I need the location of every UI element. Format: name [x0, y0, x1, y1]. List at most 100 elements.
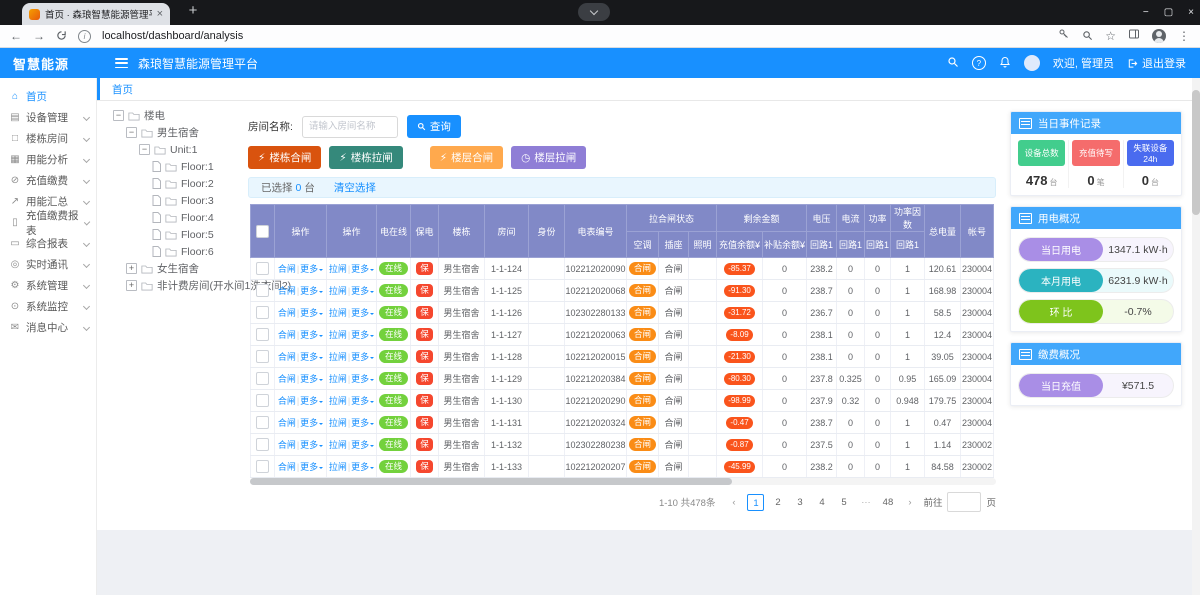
open-switch-link[interactable]: 拉闸 [329, 374, 347, 384]
row-checkbox[interactable] [256, 350, 269, 363]
open-switch-link[interactable]: 拉闸 [329, 264, 347, 274]
goto-page-input[interactable] [947, 492, 981, 512]
row-checkbox[interactable] [256, 306, 269, 319]
help-icon[interactable]: ? [972, 56, 986, 70]
close-switch-link[interactable]: 合闸 [278, 286, 296, 296]
more-link[interactable]: 更多 [300, 352, 323, 362]
row-checkbox[interactable] [256, 416, 269, 429]
sidebar-item-home[interactable]: ⌂首页 [0, 86, 96, 107]
page-scrollbar[interactable] [1192, 78, 1200, 595]
more-link[interactable]: 更多 [300, 462, 323, 472]
sidebar-item-building[interactable]: □楼栋房间 [0, 128, 96, 149]
page-number-48[interactable]: 48 [879, 494, 896, 511]
more-link[interactable]: 更多 [351, 352, 374, 362]
browser-profile-avatar[interactable] [1152, 29, 1166, 43]
bookmark-star-icon[interactable]: ☆ [1105, 30, 1116, 42]
more-link[interactable]: 更多 [300, 418, 323, 428]
close-switch-link[interactable]: 合闸 [278, 308, 296, 318]
sidebar-item-analysis[interactable]: ▦用能分析 [0, 149, 96, 170]
more-link[interactable]: 更多 [351, 308, 374, 318]
page-number-2[interactable]: 2 [769, 494, 786, 511]
window-restore-button[interactable]: ▢ [1164, 7, 1173, 18]
sidebar-item-device[interactable]: ▤设备管理 [0, 107, 96, 128]
more-link[interactable]: 更多 [300, 286, 323, 296]
sidebar-item-recharge-report[interactable]: ▯充值缴费报表 [0, 212, 96, 233]
close-switch-link[interactable]: 合闸 [278, 374, 296, 384]
open-switch-link[interactable]: 拉闸 [329, 286, 347, 296]
action-button-3[interactable]: ⚡楼层合闸 [430, 146, 503, 169]
row-checkbox[interactable] [256, 262, 269, 275]
side-panel-icon[interactable] [1128, 27, 1140, 45]
more-link[interactable]: 更多 [300, 440, 323, 450]
action-button-2[interactable]: ⚡楼栋拉闸 [329, 146, 402, 169]
sidebar-item-report[interactable]: ▭综合报表 [0, 233, 96, 254]
row-checkbox[interactable] [256, 328, 269, 341]
row-checkbox[interactable] [256, 372, 269, 385]
url-bar[interactable]: localhost/dashboard/analysis [102, 30, 243, 42]
more-link[interactable]: 更多 [351, 374, 374, 384]
collapse-node-icon[interactable]: − [113, 110, 124, 121]
tab-close-icon[interactable]: × [157, 8, 163, 20]
room-name-input[interactable] [302, 116, 398, 138]
more-link[interactable]: 更多 [300, 374, 323, 384]
more-link[interactable]: 更多 [351, 462, 374, 472]
clear-selection-link[interactable]: 清空选择 [334, 180, 376, 195]
close-switch-link[interactable]: 合闸 [278, 264, 296, 274]
expand-node-icon[interactable]: + [126, 280, 137, 291]
collapse-node-icon[interactable]: − [126, 127, 137, 138]
browser-tab[interactable]: 首页 · 森琅智慧能源管理平台 × [22, 3, 170, 25]
open-switch-link[interactable]: 拉闸 [329, 308, 347, 318]
page-number-1[interactable]: 1 [747, 494, 764, 511]
row-checkbox[interactable] [256, 460, 269, 473]
select-all-checkbox[interactable] [256, 225, 269, 238]
next-page-button[interactable]: › [901, 494, 918, 511]
open-switch-link[interactable]: 拉闸 [329, 352, 347, 362]
more-link[interactable]: 更多 [300, 308, 323, 318]
horizontal-scrollbar[interactable] [250, 478, 996, 485]
tab-home[interactable]: 首页 [112, 82, 133, 97]
more-link[interactable]: 更多 [300, 396, 323, 406]
collapse-node-icon[interactable]: − [139, 144, 150, 155]
action-button-1[interactable]: ⚡楼栋合闸 [248, 146, 321, 169]
search-button[interactable]: 查询 [407, 115, 461, 138]
sidebar-item-monitor[interactable]: ⊙系统监控 [0, 296, 96, 317]
open-switch-link[interactable]: 拉闸 [329, 330, 347, 340]
close-switch-link[interactable]: 合闸 [278, 462, 296, 472]
more-link[interactable]: 更多 [351, 286, 374, 296]
more-link[interactable]: 更多 [351, 264, 374, 274]
row-checkbox[interactable] [256, 438, 269, 451]
page-number-5[interactable]: 5 [835, 494, 852, 511]
page-number-3[interactable]: 3 [791, 494, 808, 511]
browser-menu-icon[interactable]: ⋮ [1178, 30, 1190, 42]
row-checkbox[interactable] [256, 284, 269, 297]
close-switch-link[interactable]: 合闸 [278, 396, 296, 406]
horizontal-scrollbar-thumb[interactable] [250, 478, 732, 485]
zoom-icon[interactable] [1082, 30, 1093, 43]
action-button-4[interactable]: ◷楼层拉闸 [511, 146, 586, 169]
password-key-icon[interactable] [1058, 27, 1070, 45]
more-link[interactable]: 更多 [351, 396, 374, 406]
page-number-4[interactable]: 4 [813, 494, 830, 511]
open-switch-link[interactable]: 拉闸 [329, 396, 347, 406]
collapse-menu-icon[interactable] [115, 58, 128, 68]
more-link[interactable]: 更多 [351, 418, 374, 428]
open-switch-link[interactable]: 拉闸 [329, 440, 347, 450]
logout-button[interactable]: 退出登录 [1127, 55, 1186, 71]
close-switch-link[interactable]: 合闸 [278, 440, 296, 450]
sidebar-item-realtime[interactable]: ◎实时通讯 [0, 254, 96, 275]
more-link[interactable]: 更多 [351, 330, 374, 340]
expand-node-icon[interactable]: + [126, 263, 137, 274]
close-switch-link[interactable]: 合闸 [278, 352, 296, 362]
more-link[interactable]: 更多 [351, 440, 374, 450]
refresh-button[interactable] [56, 30, 67, 43]
more-link[interactable]: 更多 [300, 330, 323, 340]
forward-button[interactable]: → [33, 30, 45, 42]
page-scrollbar-thumb[interactable] [1192, 90, 1200, 215]
close-switch-link[interactable]: 合闸 [278, 418, 296, 428]
search-icon[interactable] [947, 56, 959, 71]
site-info-icon[interactable]: i [78, 30, 91, 43]
back-button[interactable]: ← [10, 30, 22, 42]
prev-page-button[interactable]: ‹ [725, 494, 742, 511]
sidebar-item-system[interactable]: ⚙系统管理 [0, 275, 96, 296]
sidebar-item-message[interactable]: ✉消息中心 [0, 317, 96, 338]
